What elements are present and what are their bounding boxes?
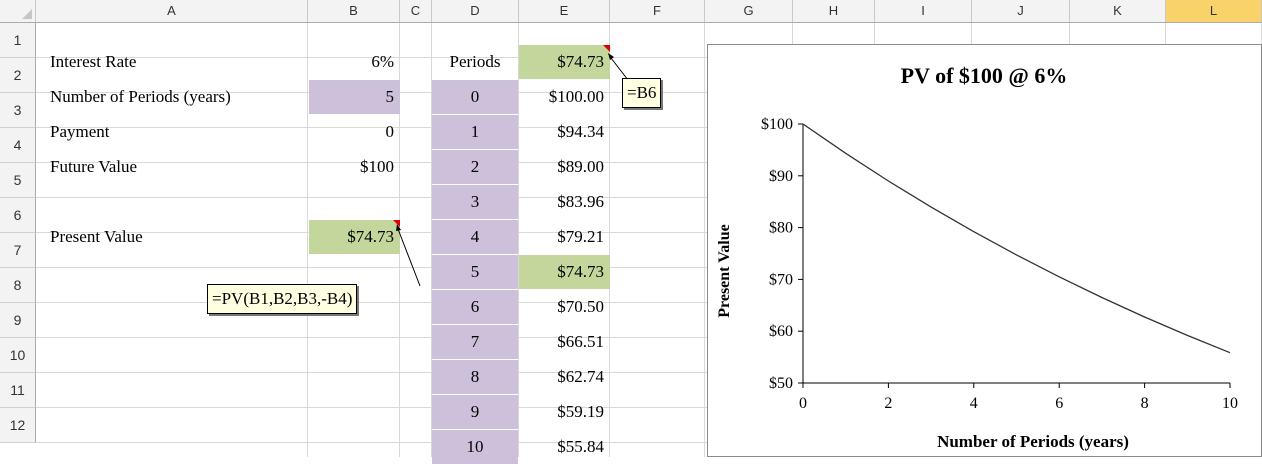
x-tick-label: 0 [799, 395, 807, 412]
series-line [802, 123, 1231, 354]
chart-x-axis-label: Number of Periods (years) [937, 432, 1129, 451]
y-tick-label: $90 [769, 168, 793, 185]
y-tick-label: $60 [769, 323, 793, 340]
chart-svg: PV of $100 @ 6% Number of Periods (years… [716, 63, 1238, 451]
comment-b6[interactable]: =PV(B1,B2,B3,-B4) [207, 284, 358, 314]
comment-e1[interactable]: =B6 [622, 78, 662, 108]
x-tick-label: 8 [1141, 395, 1149, 412]
y-tick-label: $80 [769, 220, 793, 237]
y-tick-label: $50 [769, 375, 793, 392]
chart-title: PV of $100 @ 6% [901, 63, 1068, 88]
x-tick-label: 2 [884, 395, 892, 412]
x-tick-label: 4 [970, 395, 978, 412]
chart-y-axis-label: Present Value [716, 224, 733, 317]
x-tick-label: 10 [1222, 395, 1238, 412]
y-tick-label: $100 [761, 116, 793, 133]
pv-chart[interactable]: PV of $100 @ 6% Number of Periods (years… [707, 44, 1262, 457]
x-tick-label: 6 [1055, 395, 1063, 412]
y-tick-label: $70 [769, 271, 793, 288]
